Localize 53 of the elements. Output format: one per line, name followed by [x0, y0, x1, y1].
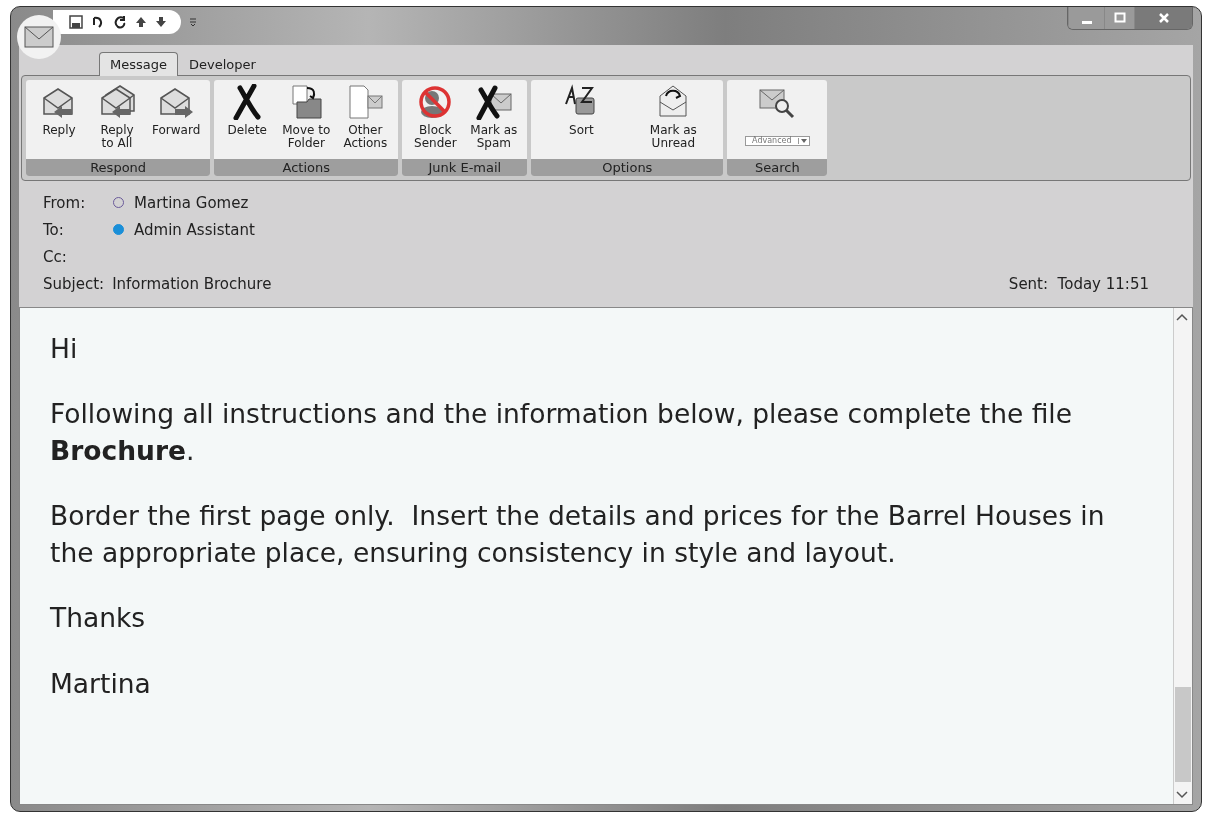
- ribbon-button[interactable]: Delete: [220, 82, 275, 157]
- scroll-down-icon[interactable]: [1175, 790, 1189, 800]
- cross-envelope-icon: [474, 84, 513, 120]
- message-paragraph: Hi: [50, 332, 79, 366]
- scroll-up-icon[interactable]: [1175, 312, 1189, 322]
- maximize-icon: [1113, 12, 1126, 24]
- field-label: Subject:: [43, 274, 105, 293]
- close-icon: [1157, 12, 1170, 24]
- group-label: Actions: [214, 159, 399, 176]
- envelopes-arrow-left-icon: [98, 84, 136, 120]
- field-value: Martina Gomez: [134, 193, 249, 212]
- caret-icon: [800, 138, 807, 145]
- page-envelope-icon: [346, 84, 385, 120]
- ribbon-button[interactable]: Forward: [148, 82, 205, 157]
- ribbon-button[interactable]: Mark as Unread: [629, 82, 718, 157]
- message-paragraph: Following all instructions and the information below, please complete the file Brochure.: [50, 397, 1074, 469]
- group-label: Options: [531, 159, 724, 176]
- save-icon[interactable]: [69, 15, 83, 29]
- message-paragraph: Border the first page only. Insert the details and prices for the Barrel Houses in the appropriate place, ensuring consistency in style and layout.: [50, 499, 1106, 571]
- ribbon-tab[interactable]: Developer: [178, 52, 267, 76]
- message-paragraph: Martina: [50, 666, 152, 701]
- group-label: Junk E-mail: [402, 159, 528, 176]
- sent-time: Sent: Today 11:51: [1008, 274, 1149, 293]
- minimize-icon: [1081, 20, 1092, 24]
- scroll-thumb[interactable]: [1175, 687, 1191, 782]
- customize-menu-icon[interactable]: [189, 17, 197, 27]
- ribbon-button[interactable]: Mark as Spam: [466, 82, 522, 157]
- ribbon-button[interactable]: Advanced: [733, 82, 822, 157]
- group-label: Search: [727, 159, 828, 176]
- close-button[interactable]: [1134, 7, 1192, 29]
- field-label: To:: [43, 220, 65, 239]
- field-value: Admin Assistant: [134, 220, 255, 239]
- ribbon-tab[interactable]: Message: [99, 52, 178, 76]
- maximize-button[interactable]: [1104, 7, 1134, 29]
- redo-icon[interactable]: [113, 15, 127, 29]
- message-paragraph: Thanks: [50, 601, 147, 636]
- scrollbar[interactable]: [1173, 308, 1192, 804]
- ribbon-button[interactable]: Other Actions: [338, 82, 393, 157]
- ribbon-button[interactable]: Block Sender: [408, 82, 463, 157]
- ribbon-button[interactable]: Move to Folder: [278, 82, 335, 157]
- field-label: Cc:: [43, 247, 68, 266]
- down-arrow-icon[interactable]: [155, 16, 167, 28]
- ribbon-button[interactable]: Reply to All: [90, 82, 144, 157]
- minimize-button[interactable]: [1068, 7, 1104, 29]
- undo-icon[interactable]: [91, 15, 105, 29]
- dropdown-field[interactable]: Advanced: [745, 136, 810, 147]
- group-label: Respond: [26, 159, 211, 176]
- field-value: Information Brochure: [112, 274, 272, 293]
- ribbon-button[interactable]: Sort: [537, 82, 626, 157]
- envelope-icon: [24, 26, 54, 48]
- ribbon-button[interactable]: Reply: [32, 82, 86, 157]
- field-label: From:: [43, 193, 87, 212]
- up-arrow-icon[interactable]: [135, 16, 147, 28]
